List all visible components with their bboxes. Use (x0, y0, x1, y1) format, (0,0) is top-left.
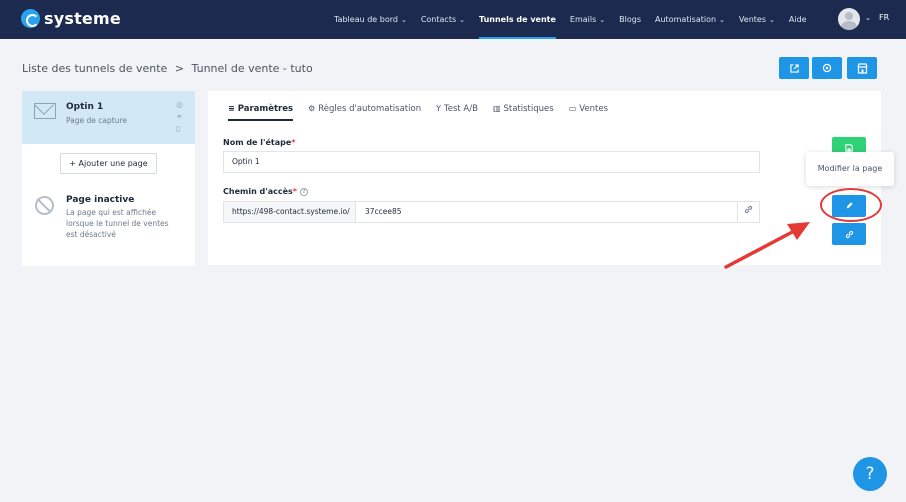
preview-funnel-button[interactable] (812, 57, 842, 79)
settings-tabs: ≡ Paramètres ⚙ Règles d'automatisation Y Te… (228, 91, 623, 127)
list-icon: ≡ (228, 104, 235, 113)
tab-sales[interactable]: ▭ Ventes (569, 91, 608, 127)
chevron-down-icon: ⌄ (459, 16, 465, 24)
nav-item-funnels[interactable]: Tunnels de vente (479, 0, 556, 39)
nav-item-label: Blogs (619, 15, 642, 24)
nav-item-label: Aide (788, 15, 807, 24)
nav-item-emails[interactable]: Emails ⌄ (570, 0, 605, 39)
duplicate-link-button[interactable] (832, 223, 866, 245)
logo[interactable]: systeme (21, 9, 121, 28)
tab-label: Paramètres (237, 104, 294, 114)
help-icon[interactable]: ? (299, 188, 308, 196)
save-icon (845, 144, 853, 152)
top-navbar: systeme Tableau de bord ⌄ Contacts ⌄ Tunne… (0, 0, 906, 39)
nav-item-label: Ventes (738, 15, 766, 24)
nav-item-contacts[interactable]: Contacts ⌄ (421, 0, 465, 39)
nav-item-label: Tunnels de vente (479, 15, 556, 24)
money-icon: ▭ (568, 104, 577, 113)
inactive-page-description: La page qui est affichée lorsque le tunn… (66, 208, 169, 239)
trash-icon[interactable]: ▯ (176, 124, 183, 134)
chevron-down-icon: ⌄ (769, 16, 775, 24)
add-page-button[interactable]: + Ajouter une page (60, 153, 157, 174)
path-prefix: https://498-contact.systeme.io/ (223, 201, 356, 223)
nav-item-label: Automatisation (655, 15, 717, 24)
path-input[interactable]: 37ccee85 (355, 201, 738, 223)
gear-icon: ⚙ (308, 104, 316, 113)
label-text: Nom de l'étape (223, 138, 292, 147)
help-chat-button[interactable]: ? (853, 457, 887, 491)
split-icon: Y (436, 104, 441, 113)
nav-item-label: Tableau de bord (334, 15, 398, 24)
store-icon (856, 62, 868, 74)
bar-chart-icon: ▥ (492, 104, 501, 113)
step-name-input[interactable]: Optin 1 (223, 151, 760, 173)
breadcrumb-current: Tunnel de vente - tuto (191, 62, 313, 75)
eye-icon[interactable]: ◎ (176, 100, 183, 110)
required-mark: * (291, 138, 296, 147)
breadcrumb-parent-link[interactable]: Liste des tunnels de vente (22, 62, 167, 75)
step-title: Optin 1 (66, 102, 104, 112)
tab-label: Ventes (579, 104, 609, 114)
breadcrumb: Liste des tunnels de vente > Tunnel de v… (22, 62, 313, 75)
link-icon (744, 205, 753, 214)
tab-parametres[interactable]: ≡ Paramètres (228, 91, 294, 127)
user-avatar[interactable] (838, 8, 860, 30)
label-text: Chemin d'accès (223, 187, 293, 196)
chevron-down-icon: ⌄ (400, 16, 407, 24)
funnel-steps-panel: Optin 1 Page de capture ◎ ⚭ ▯ + Ajouter … (22, 91, 195, 266)
chevron-down-icon[interactable]: ⌄ (865, 14, 871, 22)
tab-label: Test A/B (443, 104, 478, 114)
tab-label: Règles d'automatisation (318, 104, 422, 114)
tab-label: Statistiques (503, 104, 554, 114)
chevron-down-icon: ⌄ (599, 16, 606, 24)
tab-automation-rules[interactable]: ⚙ Règles d'automatisation (308, 91, 421, 127)
edit-page-tooltip: Modifier la page (806, 152, 894, 186)
nav-item-blogs[interactable]: Blogs (619, 0, 641, 39)
systeme-logo-icon (21, 9, 40, 28)
funnel-step-optin[interactable]: Optin 1 Page de capture ◎ ⚭ ▯ (22, 91, 195, 144)
annotation-circle (820, 188, 882, 222)
step-name-label: Nom de l'étape* (223, 138, 295, 147)
annotation-arrow (724, 222, 810, 269)
inactive-page-title[interactable]: Page inactive (66, 195, 134, 205)
nav-item-label: Contacts (420, 15, 457, 24)
chevron-down-icon: ⌄ (719, 16, 725, 24)
link-icon (845, 230, 853, 238)
required-mark: * (292, 187, 297, 196)
nav-item-dashboard[interactable]: Tableau de bord ⌄ (334, 0, 407, 39)
nav-menu: Tableau de bord ⌄ Contacts ⌄ Tunnels de ve… (334, 0, 821, 39)
breadcrumb-separator: > (174, 62, 185, 75)
store-button[interactable] (847, 57, 877, 79)
step-actions: ◎ ⚭ ▯ (176, 100, 183, 134)
tab-ab-test[interactable]: Y Test A/B (436, 91, 478, 127)
ban-icon (35, 196, 54, 215)
external-link-icon (789, 63, 799, 73)
step-subtitle: Page de capture (66, 116, 128, 125)
mail-icon (34, 103, 56, 119)
nav-item-sales[interactable]: Ventes ⌄ (739, 0, 775, 39)
open-funnel-button[interactable] (779, 57, 809, 79)
nav-item-automation[interactable]: Automatisation ⌄ (655, 0, 725, 39)
tab-statistics[interactable]: ▥ Statistiques (493, 91, 554, 127)
path-label: Chemin d'accès*? (223, 187, 308, 196)
language-selector[interactable]: FR (879, 13, 889, 22)
nav-item-help[interactable]: Aide (789, 0, 807, 39)
link-icon[interactable]: ⚭ (176, 112, 183, 122)
eye-icon (822, 63, 832, 73)
nav-item-label: Emails (569, 15, 597, 24)
logo-text: systeme (44, 9, 121, 28)
